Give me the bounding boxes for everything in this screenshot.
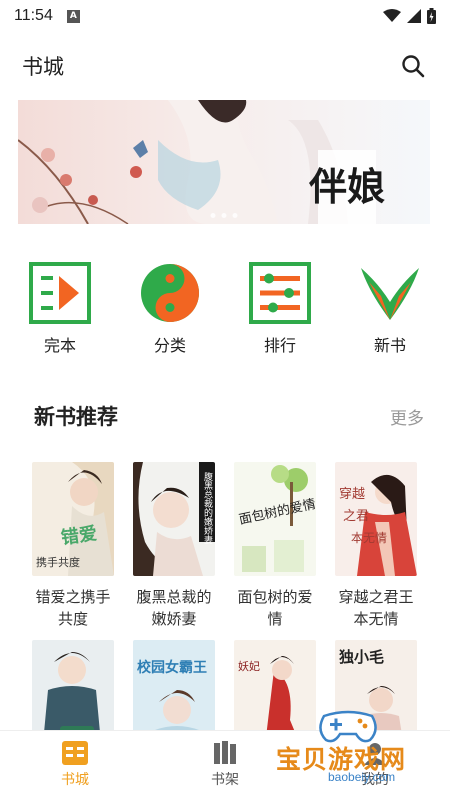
cover-art: 穿越 之君 本无情 xyxy=(335,462,417,576)
battery-icon xyxy=(427,8,436,24)
signal-icon xyxy=(407,9,421,23)
new-book-leaf-icon xyxy=(361,268,419,320)
book-card[interactable]: 腹黑总裁的嫩娇妻 腹黑总裁的嫩娇妻 xyxy=(133,462,215,630)
pager-dot xyxy=(210,213,216,218)
banner-pager xyxy=(210,213,238,218)
book-title: 腹黑总裁的嫩娇妻 xyxy=(136,588,212,628)
site-watermark: 宝贝游戏网 baobeiy.com xyxy=(270,708,440,788)
taichi-category-icon xyxy=(141,264,199,322)
watermark-url: baobeiy.com xyxy=(328,770,396,784)
book-title: 错爱之携手共度 xyxy=(35,588,111,628)
svg-text:携手共度: 携手共度 xyxy=(36,555,80,569)
book-cover: 穿越 之君 本无情 xyxy=(335,462,417,576)
quick-nav-ranking[interactable]: 排行 xyxy=(230,262,330,356)
tab-label: 书架 xyxy=(211,772,239,788)
status-time: 11:54 xyxy=(14,7,53,24)
bookshelf-icon xyxy=(214,741,236,764)
book-cover: 错爱 携手共度 xyxy=(32,462,114,576)
search-button[interactable] xyxy=(398,51,428,81)
cover-art: 错爱 携手共度 xyxy=(32,462,114,576)
tab-label: 书城 xyxy=(61,772,89,788)
wifi-icon xyxy=(383,9,401,22)
quick-nav-completed[interactable]: 完本 xyxy=(10,262,110,356)
quick-nav-label: 排行 xyxy=(263,336,296,355)
search-icon xyxy=(402,55,425,78)
tab-bookstore[interactable]: 书城 xyxy=(0,731,150,800)
cover-art: 腹黑总裁的嫩娇妻 xyxy=(133,462,215,576)
book-cover: 腹黑总裁的嫩娇妻 xyxy=(133,462,215,576)
quick-nav-label: 分类 xyxy=(153,336,186,355)
cover-art: 面包树的爱情 xyxy=(234,462,316,576)
more-link[interactable]: 更多 xyxy=(390,404,424,429)
banner-title: 伴娘 xyxy=(308,164,385,209)
svg-text:本无情: 本无情 xyxy=(351,531,387,545)
book-title: 穿越之君王本无情 xyxy=(338,588,414,628)
svg-text:穿越: 穿越 xyxy=(339,486,365,502)
pager-dot xyxy=(232,213,238,218)
svg-text:腹黑总裁的嫩娇妻: 腹黑总裁的嫩娇妻 xyxy=(202,471,213,545)
pager-dot xyxy=(221,213,227,218)
status-bar: 11:54 A xyxy=(0,0,450,32)
svg-text:之君: 之君 xyxy=(343,509,369,524)
book-card[interactable]: 穿越 之君 本无情 穿越之君王本无情 xyxy=(335,462,417,630)
svg-text:妖妃: 妖妃 xyxy=(238,659,260,673)
app-header: 书城 xyxy=(0,44,450,88)
book-title: 面包树的爱情 xyxy=(237,588,313,628)
quick-nav-category[interactable]: 分类 xyxy=(120,262,220,356)
book-cover: 面包树的爱情 xyxy=(234,462,316,576)
section-title: 新书推荐 xyxy=(34,405,118,429)
quick-nav-label: 新书 xyxy=(373,336,406,355)
svg-text:校园女霸王: 校园女霸王 xyxy=(137,659,207,676)
book-card[interactable]: 错爱 携手共度 错爱之携手共度 xyxy=(32,462,114,630)
page-title: 书城 xyxy=(22,55,64,79)
completed-books-icon xyxy=(29,262,91,324)
quick-nav: 完本 分类 排行 新书 xyxy=(0,262,450,356)
quick-nav-label: 完本 xyxy=(43,336,76,355)
bookstore-icon xyxy=(62,741,88,765)
status-icons xyxy=(383,8,436,24)
quick-nav-new[interactable]: 新书 xyxy=(340,262,440,356)
banner-artwork: 伴娘 xyxy=(18,100,430,224)
svg-text:独小毛: 独小毛 xyxy=(339,648,384,666)
book-card[interactable]: 面包树的爱情 面包树的爱情 xyxy=(234,462,316,630)
new-books-section-header: 新书推荐 更多 xyxy=(34,400,424,432)
promo-banner[interactable]: 伴娘 xyxy=(18,100,430,224)
gamepad-icon xyxy=(319,710,377,743)
notification-a-icon: A xyxy=(66,9,80,23)
ranking-list-icon xyxy=(249,262,311,324)
